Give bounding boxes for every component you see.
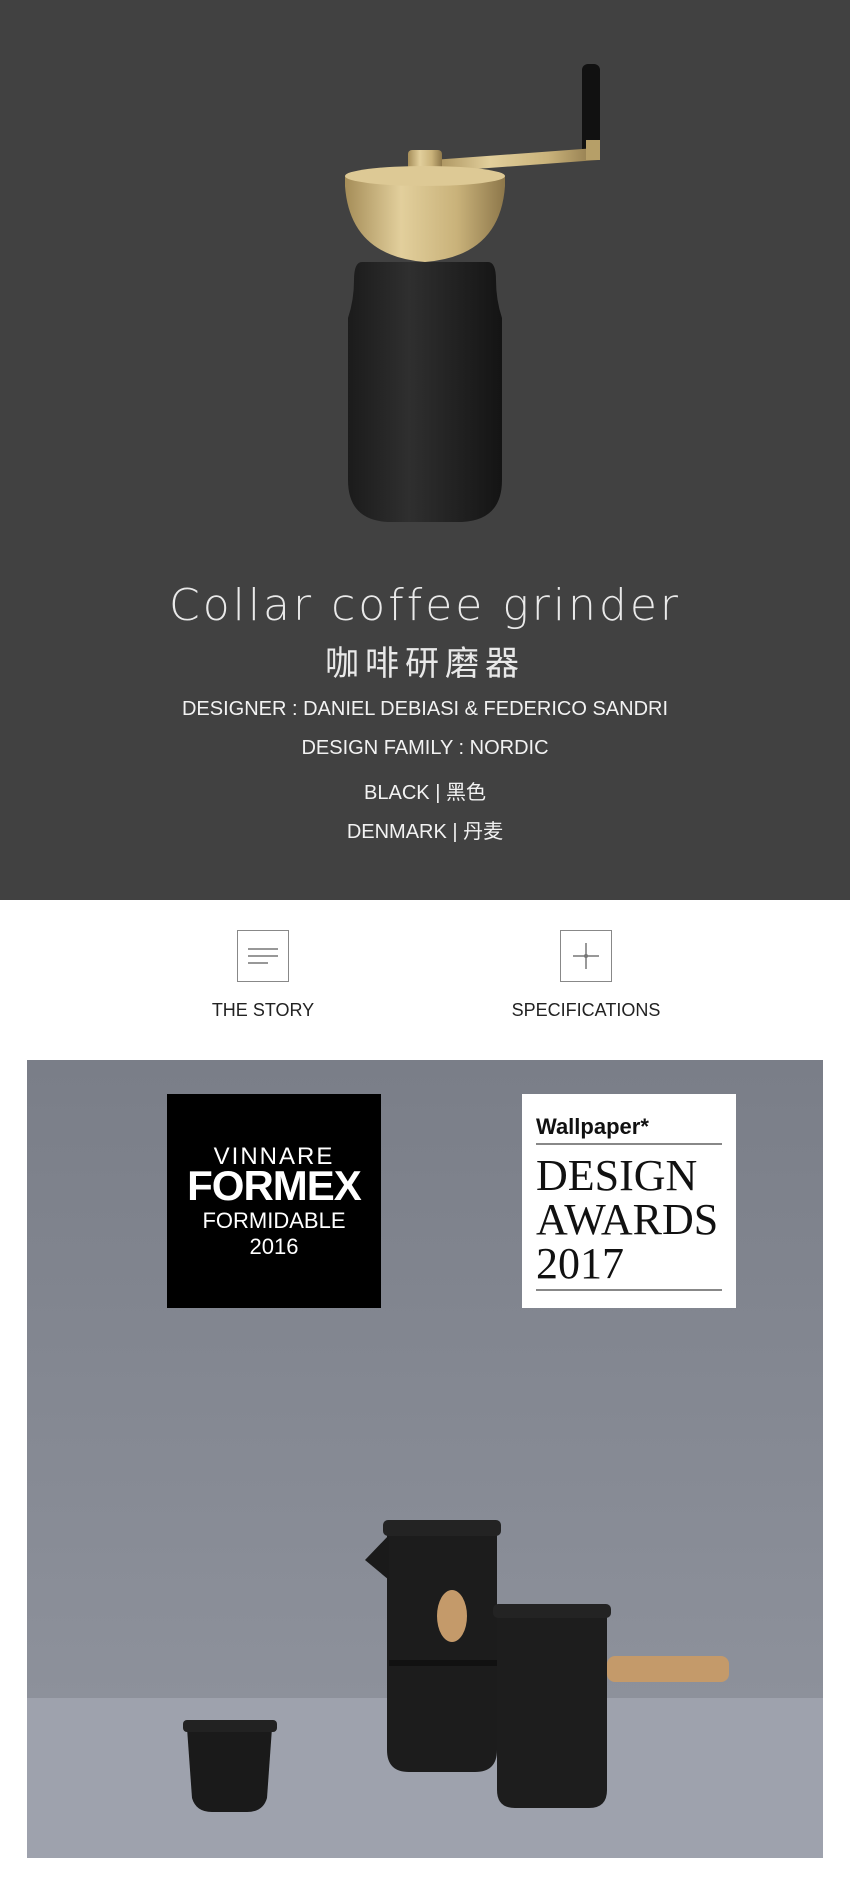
designer-line: DESIGNER : DANIEL DEBIASI & FEDERICO SAN… (181, 698, 669, 720)
wallpaper-line2: AWARDS (536, 1195, 718, 1244)
wallpaper-line1: DESIGN (536, 1151, 697, 1200)
awards-image: VINNARE FORMEX FORMIDABLE 2016 Wallpaper… (27, 1060, 823, 1858)
formex-award-badge: VINNARE FORMEX FORMIDABLE 2016 (167, 1094, 381, 1308)
wallpaper-award-badge: Wallpaper* DESIGN AWARDS 2017 (522, 1094, 736, 1308)
tab-label: SPECIFICATIONS (511, 1000, 661, 1020)
text-lines-icon (237, 930, 289, 982)
design-family-line: DESIGN FAMILY : NORDIC (301, 737, 549, 759)
color-line: BLACK | 黑色 (364, 782, 486, 804)
crosshair-icon (560, 930, 612, 982)
formex-line3: FORMIDABLE (202, 1208, 345, 1233)
wallpaper-line3: 2017 (536, 1239, 624, 1288)
product-title-en: Collar coffee grinder (168, 580, 682, 631)
coffee-grinder-image (345, 64, 600, 522)
formex-line2: FORMEX (187, 1162, 362, 1209)
formex-line4: 2016 (250, 1234, 299, 1259)
product-hero: Collar coffee grinder 咖啡研磨器 DESIGNER : D… (0, 0, 850, 900)
product-title-zh: 咖啡研磨器 (325, 644, 525, 684)
tab-label: THE STORY (211, 1000, 315, 1020)
info-tabs: THE STORY SPECIFICATIONS (0, 900, 850, 1060)
origin-line: DENMARK | 丹麦 (346, 821, 504, 843)
tab-the-story[interactable]: THE STORY (153, 930, 373, 1021)
wallpaper-brand: Wallpaper* (536, 1114, 649, 1139)
tab-specifications[interactable]: SPECIFICATIONS (476, 930, 696, 1021)
